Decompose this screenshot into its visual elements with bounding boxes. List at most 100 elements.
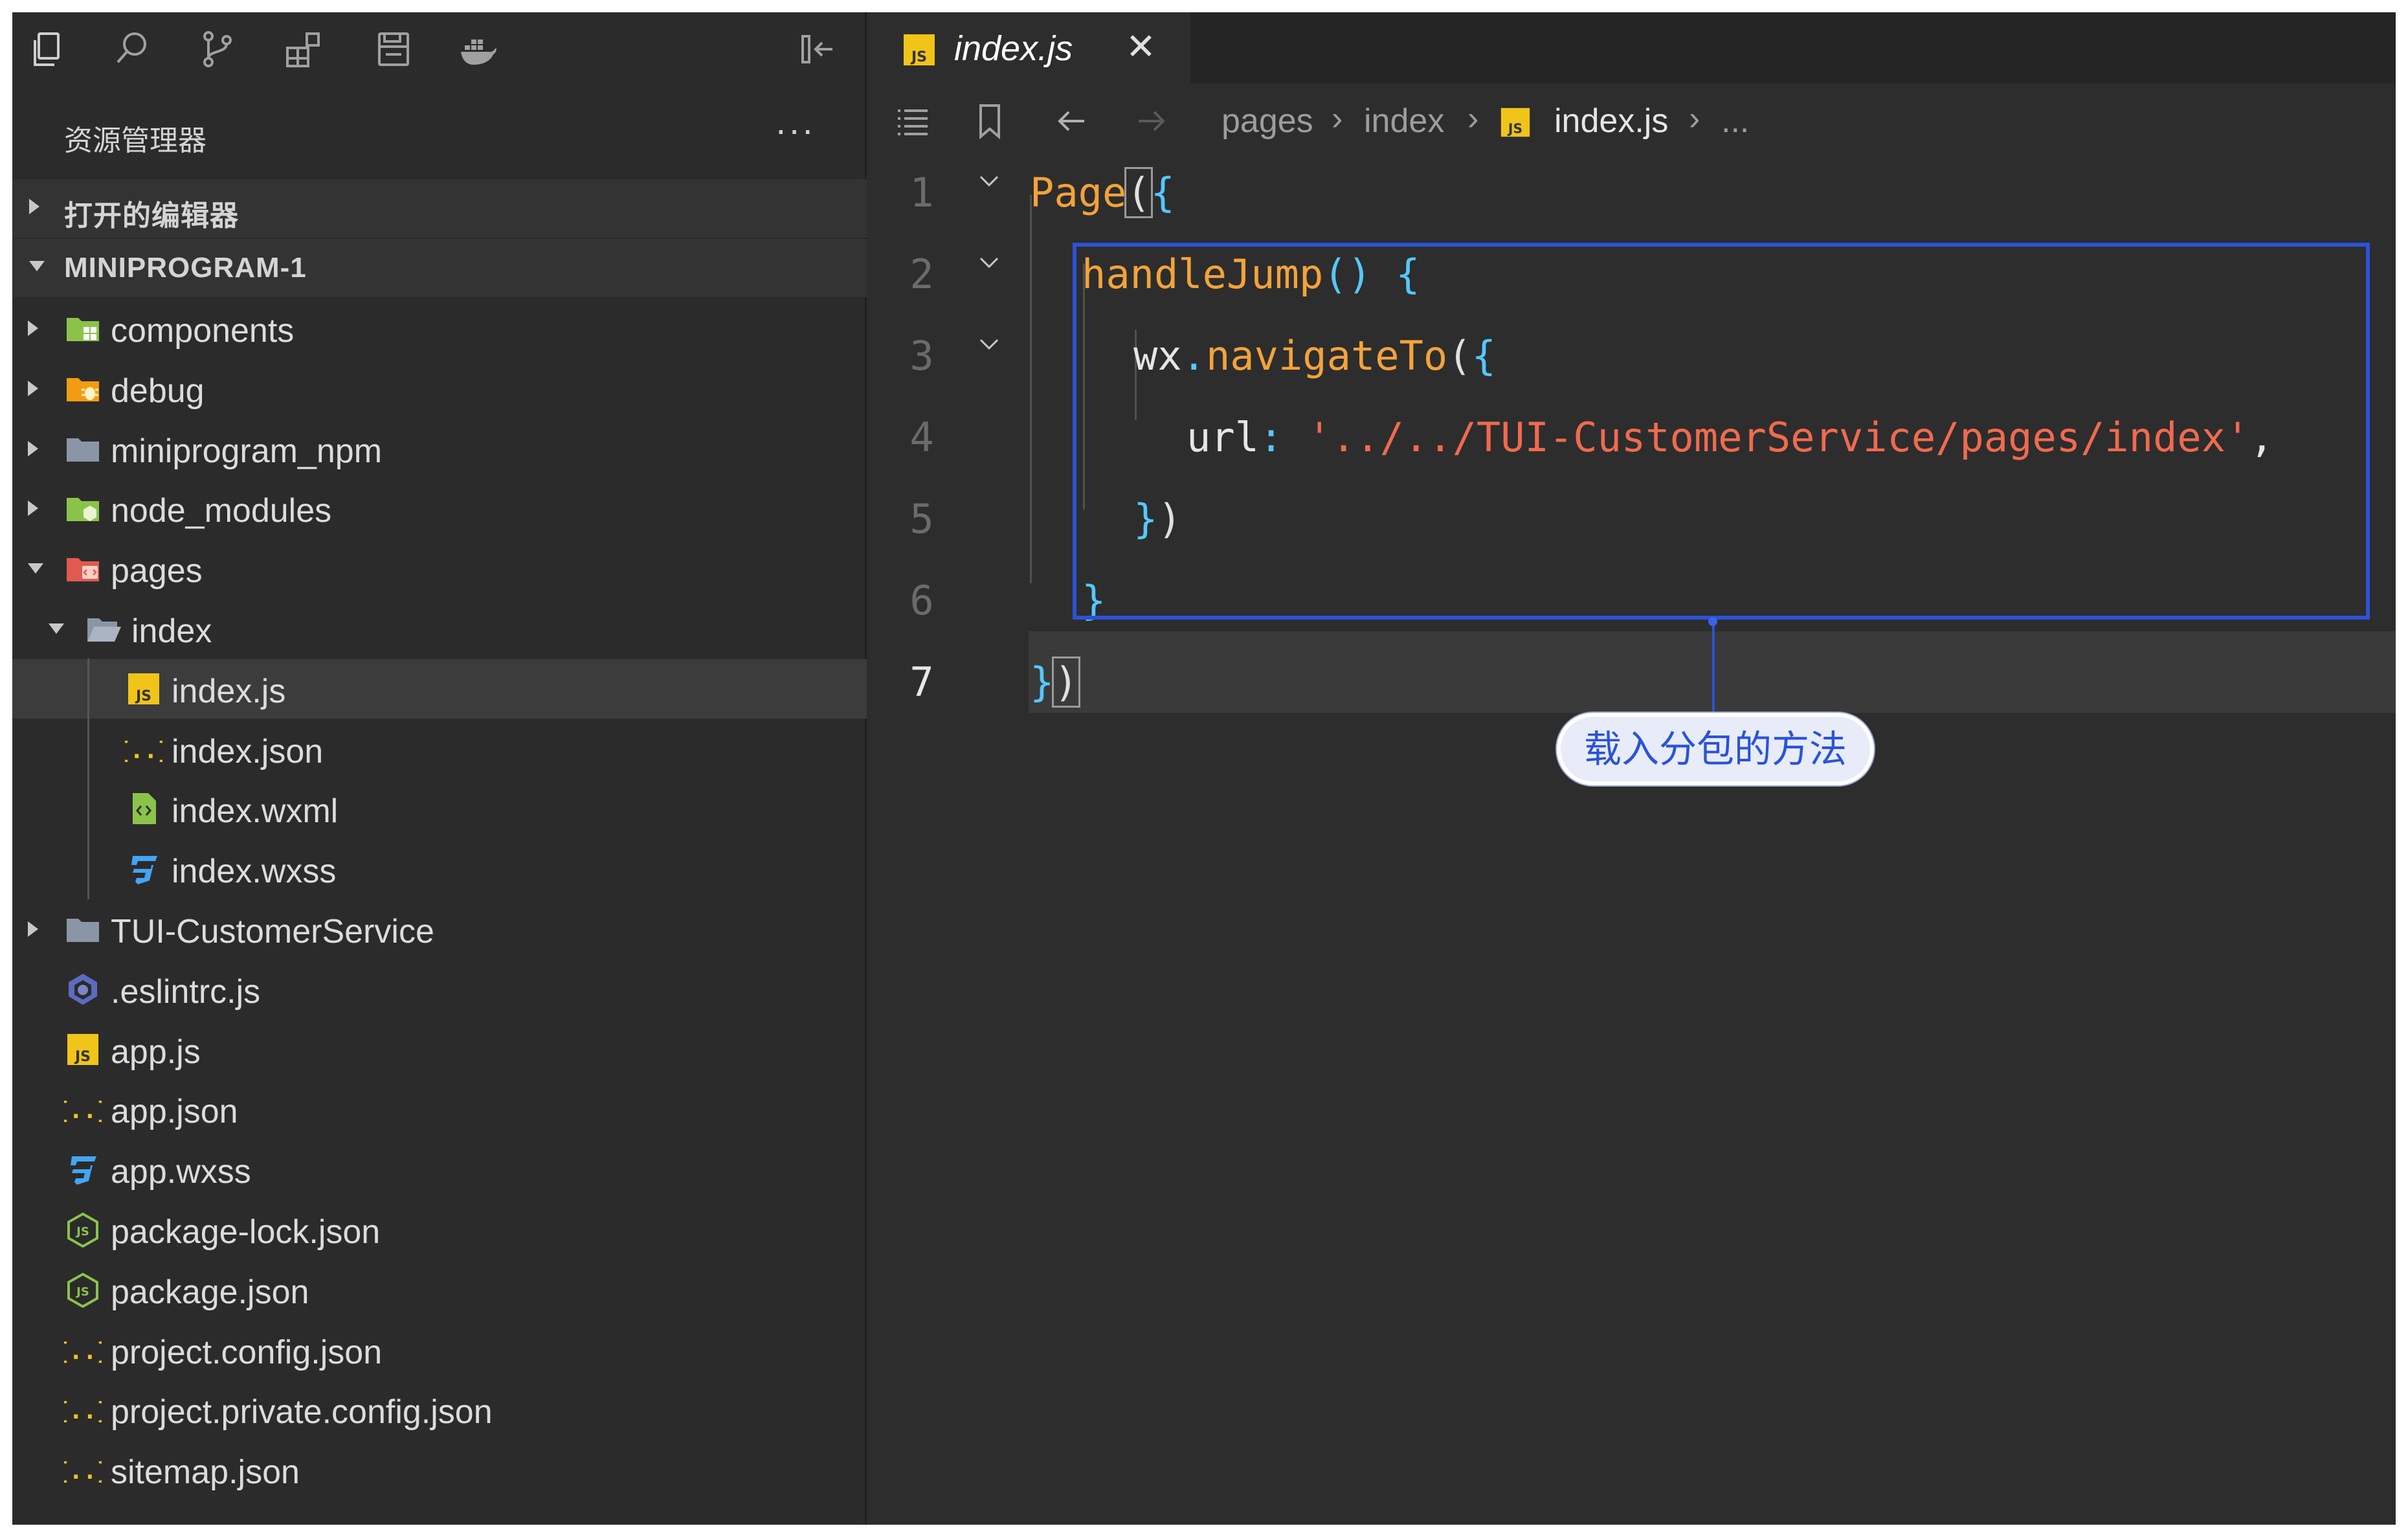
indent-guide <box>1030 195 1032 583</box>
chevron-right-icon[interactable] <box>28 921 38 937</box>
tree-item[interactable]: debug <box>12 359 867 418</box>
explorer-header: 资源管理器 ··· <box>12 103 867 161</box>
tree-item-label: app.wxss <box>111 1153 251 1191</box>
tree-item[interactable]: index <box>12 599 867 658</box>
chevron-right-icon <box>29 199 39 214</box>
tree-item[interactable]: JS app.js <box>12 1020 867 1079</box>
tree-item[interactable]: {..} sitemap.json <box>12 1440 867 1499</box>
search-icon[interactable] <box>109 27 155 72</box>
explorer-icon[interactable] <box>25 27 71 72</box>
tree-item-label: index.wxss <box>172 853 337 890</box>
project-label: MINIPROGRAM-1 <box>64 252 307 284</box>
tree-item[interactable]: .eslintrc.js <box>12 959 867 1019</box>
activity-bar <box>12 12 867 84</box>
tree-indent-guide <box>87 658 89 899</box>
chevron-right-icon[interactable] <box>28 320 38 336</box>
tree-item-label: package.json <box>111 1273 309 1311</box>
tree-item[interactable]: TUI-CustomerService <box>12 899 867 959</box>
tree-item-label: index.js <box>172 673 286 710</box>
node-file-icon: JS <box>64 1272 102 1308</box>
components-folder-icon <box>64 310 102 346</box>
chevron-right-icon[interactable] <box>28 441 38 456</box>
tree-item-label: index.wxml <box>172 792 339 830</box>
tree-item-label: miniprogram_npm <box>111 432 383 470</box>
chevron-right-icon[interactable] <box>28 500 38 516</box>
tree-item-label: index <box>131 612 212 650</box>
chevron-down-icon[interactable] <box>49 623 64 634</box>
fold-chevron-icon[interactable] <box>978 170 1000 192</box>
svg-text:JS: JS <box>135 688 151 704</box>
line-number: 6 <box>909 577 934 624</box>
debug-folder-icon <box>64 370 102 407</box>
tree-item[interactable]: miniprogram_npm <box>12 419 867 478</box>
ide-window: 资源管理器 ··· 打开的编辑器 MINIPROGRAM-1 component… <box>12 12 2396 1525</box>
tree-item[interactable]: index.wxss <box>12 839 867 899</box>
breadcrumb: pages › index › JS index.js › ... <box>867 84 2396 155</box>
tree-item[interactable]: {..} index.json <box>12 719 867 779</box>
forward-arrow-icon[interactable] <box>1132 102 1171 140</box>
bookmark-icon[interactable] <box>970 102 1009 140</box>
folder-icon <box>64 911 102 947</box>
tab-index-js[interactable]: JS index.js ✕ <box>867 12 1190 84</box>
tree-item[interactable]: pages <box>12 539 867 598</box>
json-file-icon: {..} <box>55 1391 111 1428</box>
tree-item-label: app.js <box>111 1033 201 1071</box>
code-token: Page <box>1030 169 1127 216</box>
project-section[interactable]: MINIPROGRAM-1 <box>12 239 867 297</box>
chevron-down-icon[interactable] <box>28 563 43 574</box>
extensions-icon[interactable] <box>280 27 326 72</box>
js-file-icon: JS <box>64 1031 102 1068</box>
breadcrumb-pages[interactable]: pages <box>1221 102 1313 140</box>
svg-text:JS: JS <box>74 1049 91 1065</box>
tree-item-label: sitemap.json <box>111 1453 300 1491</box>
open-editors-section[interactable]: 打开的编辑器 <box>12 179 867 238</box>
line-number: 1 <box>909 169 934 216</box>
json-file-icon: {..} <box>55 1452 111 1488</box>
breadcrumb-index[interactable]: index <box>1364 102 1444 140</box>
code-line-1: Page({ <box>1030 167 1175 218</box>
docker-icon[interactable] <box>455 27 500 72</box>
tree-item[interactable]: {..} app.json <box>12 1079 867 1139</box>
svg-text:{..}: {..} <box>64 1398 102 1424</box>
tree-item[interactable]: JS index.js <box>12 659 867 719</box>
line-number: 3 <box>909 332 934 379</box>
chevron-right-icon[interactable] <box>28 381 38 396</box>
css-file-icon <box>64 1151 102 1187</box>
fold-chevron-icon[interactable] <box>978 252 1000 274</box>
tree-item[interactable]: {..} project.private.config.json <box>12 1380 867 1439</box>
annotation-connector-dot <box>1708 617 1717 626</box>
css-file-icon <box>125 851 162 887</box>
line-number: 2 <box>909 251 934 298</box>
fold-chevron-icon[interactable] <box>978 333 1000 355</box>
sidebar: 资源管理器 ··· 打开的编辑器 MINIPROGRAM-1 component… <box>12 12 867 1525</box>
pages-folder-icon <box>64 550 102 587</box>
breadcrumb-file[interactable]: index.js <box>1554 102 1668 140</box>
more-actions-button[interactable]: ··· <box>775 108 815 150</box>
close-icon[interactable]: ✕ <box>1126 25 1156 68</box>
wxml-file-icon <box>125 791 162 827</box>
outline-list-icon[interactable] <box>893 102 931 140</box>
svg-text:JS: JS <box>75 1285 89 1299</box>
back-arrow-icon[interactable] <box>1052 102 1091 140</box>
tree-item[interactable]: app.wxss <box>12 1139 867 1199</box>
tree-item-label: app.json <box>111 1093 238 1130</box>
svg-text:JS: JS <box>75 1225 89 1239</box>
collapse-sidebar-icon[interactable] <box>796 27 841 72</box>
tree-item[interactable]: index.wxml <box>12 779 867 838</box>
tree-item[interactable]: components <box>12 298 867 358</box>
source-control-icon[interactable] <box>195 27 240 72</box>
js-file-icon: JS <box>1500 107 1530 137</box>
tree-item-label: TUI-CustomerService <box>111 913 434 950</box>
tree-item[interactable]: node_modules <box>12 478 867 538</box>
json-file-icon: {..} <box>116 731 172 767</box>
tree-item[interactable]: JS package-lock.json <box>12 1200 867 1259</box>
tree-item[interactable]: JS package.json <box>12 1260 867 1319</box>
js-file-icon: JS <box>125 671 162 707</box>
line-number: 5 <box>909 495 934 543</box>
breadcrumb-symbol[interactable]: ... <box>1721 102 1749 140</box>
svg-text:JS: JS <box>1507 121 1522 137</box>
save-icon[interactable] <box>371 27 416 72</box>
tree-item[interactable]: {..} project.config.json <box>12 1320 867 1380</box>
tree-item-label: .eslintrc.js <box>111 973 261 1011</box>
chevron-down-icon <box>29 261 45 271</box>
